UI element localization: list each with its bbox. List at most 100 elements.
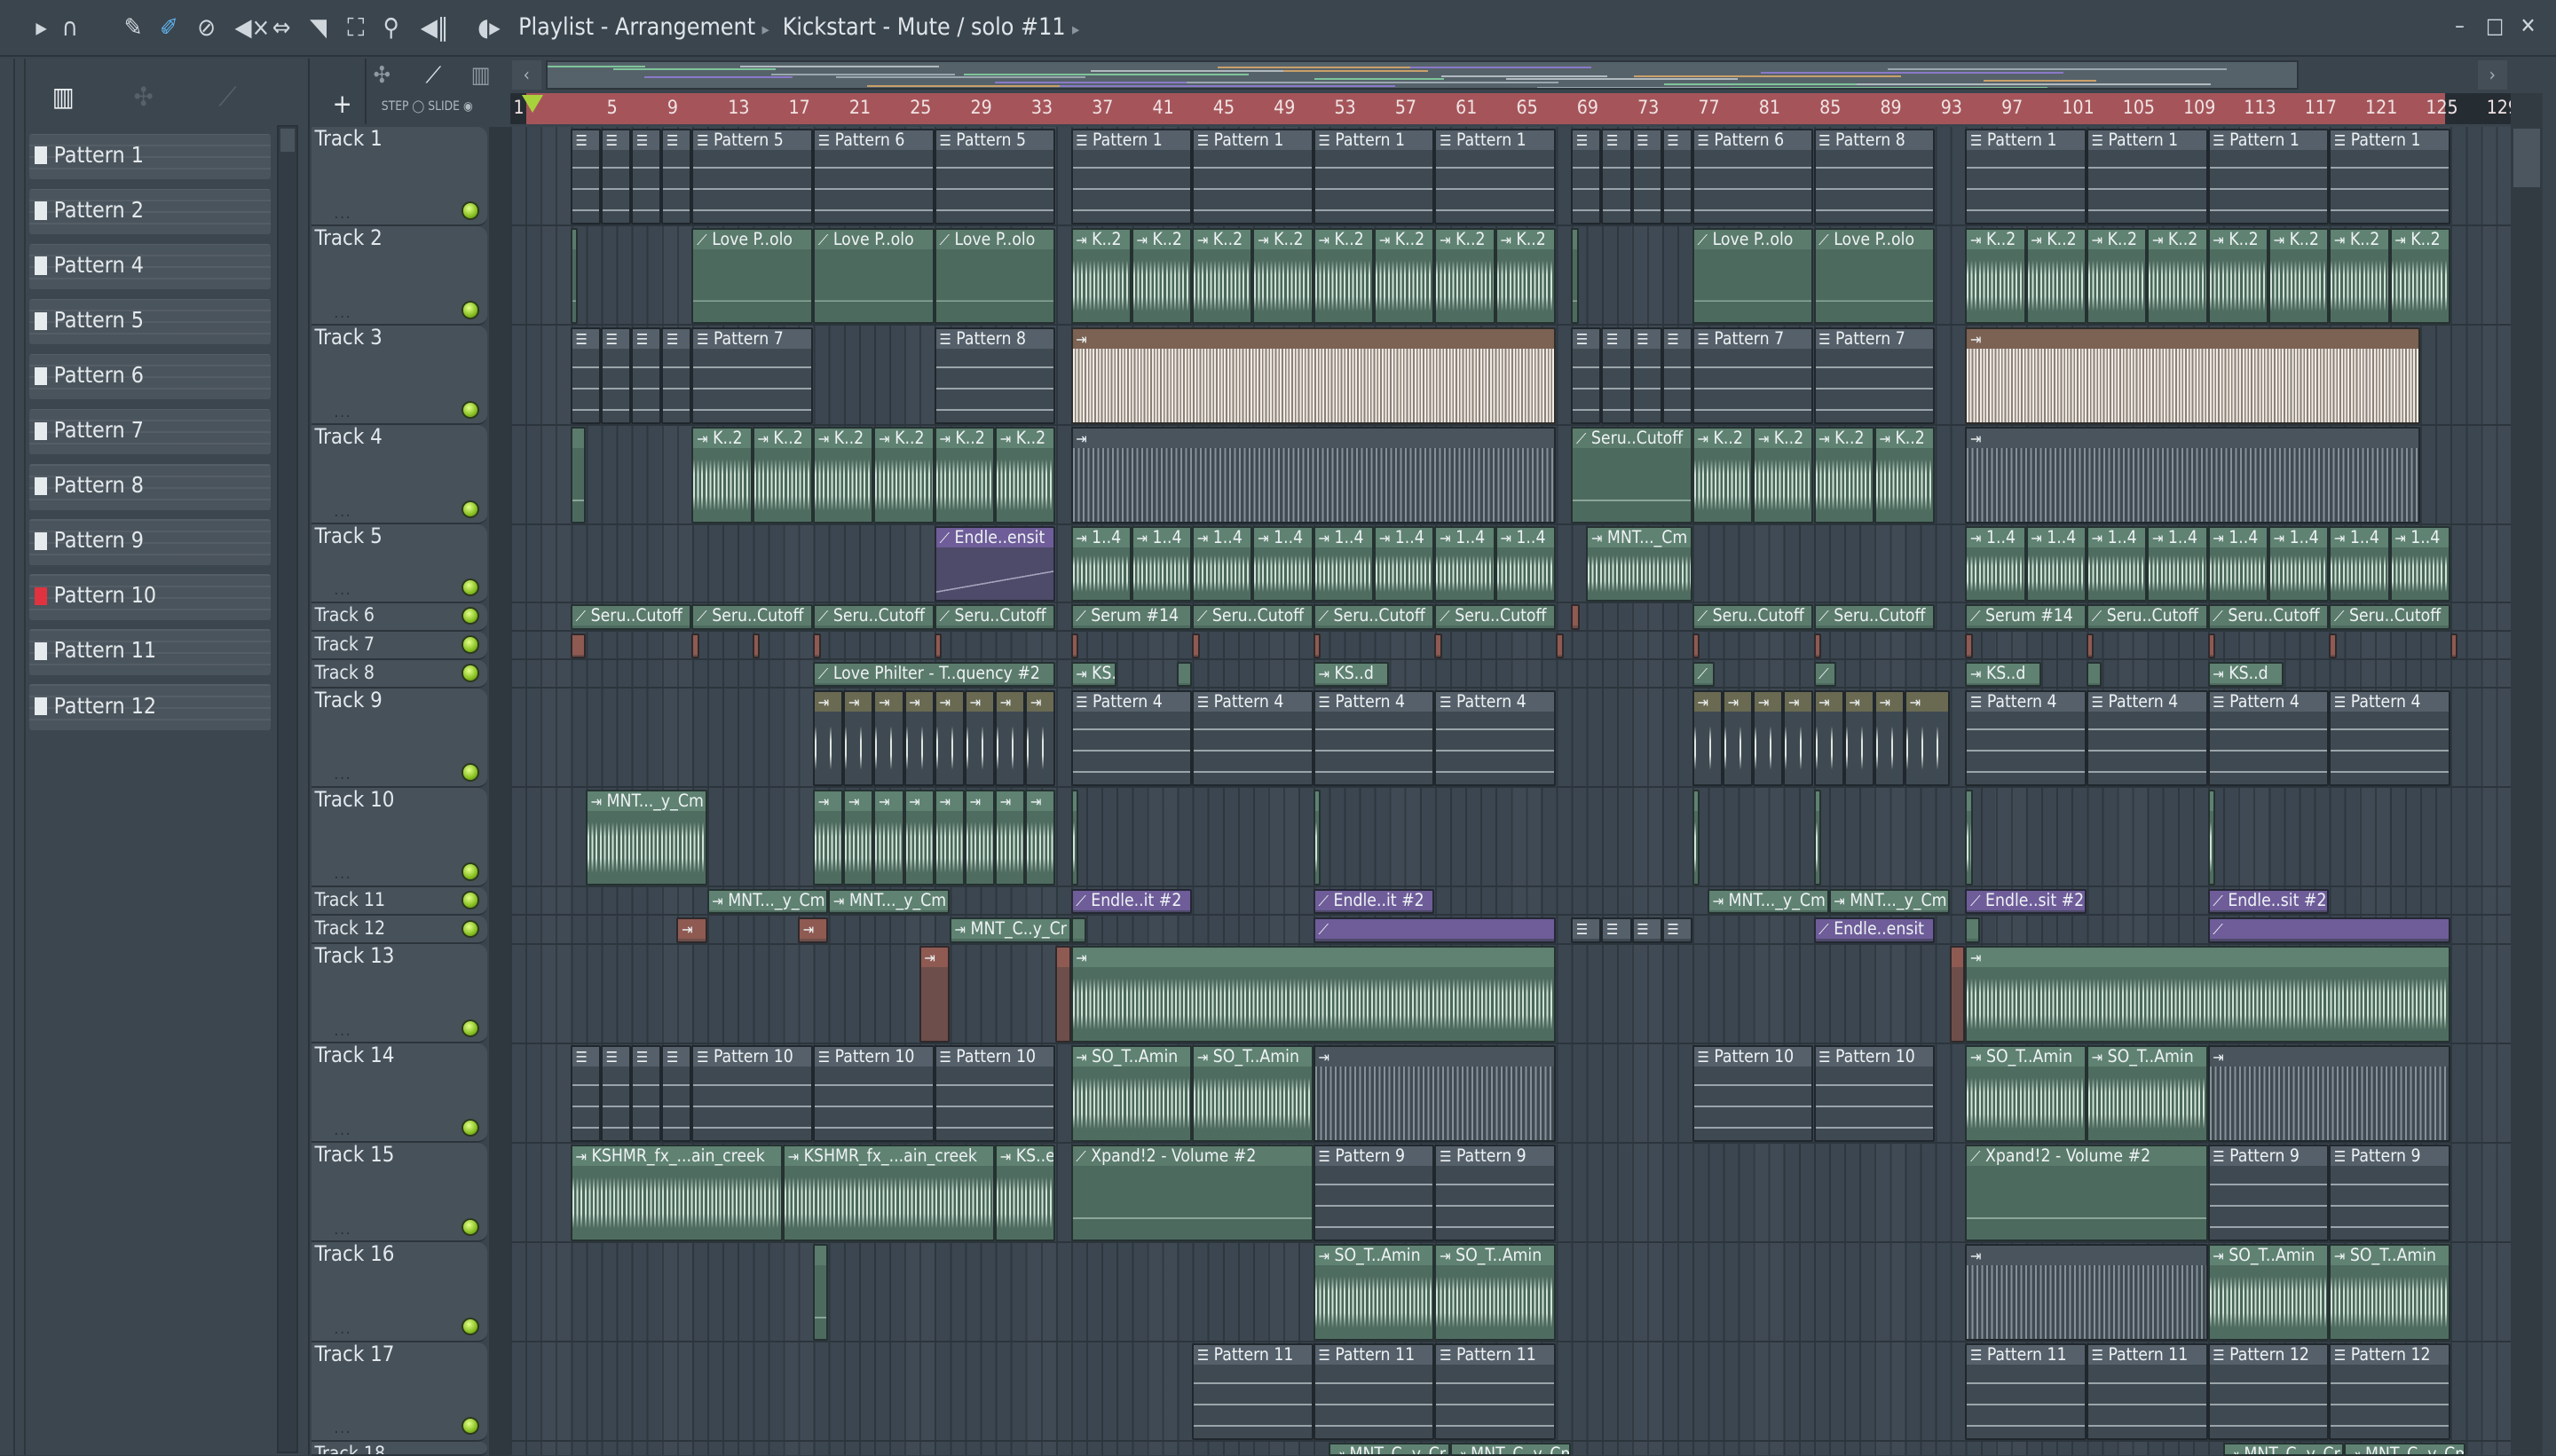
audio-clip[interactable]: ⇥ SO_T..Amin <box>1070 1045 1193 1142</box>
track-options-icon[interactable]: ... <box>335 1022 352 1039</box>
track-mute-led[interactable] <box>462 921 478 937</box>
track-mute-led[interactable] <box>462 501 478 517</box>
pattern-clip[interactable]: ☰ Pattern 1 <box>2207 129 2330 225</box>
track-mute-led[interactable] <box>462 665 478 681</box>
automation-clip[interactable]: ⟋ Seru..Cutoff <box>1692 604 1814 630</box>
pattern-clip[interactable]: ☰ Pattern 11 <box>1192 1343 1314 1440</box>
audio-clip[interactable] <box>1556 633 1564 658</box>
pattern-clip[interactable]: ☰ <box>1601 917 1632 943</box>
pattern-clip[interactable]: ☰ <box>1631 129 1662 225</box>
audio-clip[interactable]: ⇥ 1..4 <box>2207 526 2268 602</box>
audio-clip[interactable]: ⇥ <box>843 689 874 787</box>
audio-clip[interactable]: ⇥ <box>1070 946 1557 1043</box>
track-mute-led[interactable] <box>462 608 478 624</box>
magnet-icon[interactable]: ∩ <box>62 14 78 41</box>
pattern-item[interactable]: Pattern 5 <box>29 298 271 345</box>
pattern-clip[interactable]: ☰ <box>600 327 632 424</box>
automation-clip[interactable]: ⟋ Seru..Cutoff <box>1571 427 1692 523</box>
audio-clip[interactable]: ⇥ <box>1843 689 1874 787</box>
audio-clip[interactable]: ⇥ MNT..._y_Cm <box>828 888 950 915</box>
close-button[interactable]: ✕ <box>2520 13 2536 38</box>
automation-clip[interactable]: ⟋ Endle..it #2 <box>1070 888 1193 915</box>
audio-clip[interactable]: ⇥ <box>903 689 935 787</box>
pattern-clip[interactable]: ☰ Pattern 4 <box>1965 689 2087 787</box>
audio-clip[interactable] <box>1070 633 1079 658</box>
pattern-item[interactable]: Pattern 6 <box>29 353 271 400</box>
audio-clip[interactable] <box>1950 946 1966 1043</box>
pattern-clip[interactable]: ☰ <box>1601 327 1632 424</box>
mute-icon[interactable]: ◀× <box>234 14 270 41</box>
playhead-marker[interactable] <box>521 94 543 113</box>
delete-icon[interactable]: ⊘ <box>197 14 216 41</box>
pattern-clip[interactable]: ☰ Pattern 7 <box>1813 327 1936 424</box>
track-mute-led[interactable] <box>462 637 478 652</box>
track-mute-led[interactable] <box>462 579 478 595</box>
automation-clip[interactable] <box>570 228 579 325</box>
audio-clip[interactable]: ⇥ <box>1753 689 1784 787</box>
pattern-clip[interactable]: ☰ Pattern 4 <box>1192 689 1314 787</box>
automation-clip[interactable]: ⟋ Seru..Cutoff <box>2329 604 2450 630</box>
scrollbar-thumb[interactable] <box>2513 129 2540 188</box>
pattern-clip[interactable]: ☰ Pattern 7 <box>691 327 814 424</box>
audio-clip[interactable]: ⇥ K..2 <box>2389 228 2450 325</box>
audio-clip[interactable]: ⇥ <box>995 789 1026 886</box>
audio-clip[interactable] <box>570 633 586 658</box>
automation-clip[interactable] <box>1571 228 1579 325</box>
audio-clip[interactable] <box>2450 633 2458 658</box>
audio-clip[interactable]: ⇥ <box>1904 689 1951 787</box>
audio-clip[interactable]: ⇥ 1..4 <box>1131 526 1193 602</box>
automation-clip[interactable] <box>813 1244 829 1341</box>
audio-clip[interactable]: ⇥ <box>1070 427 1557 523</box>
slice-icon[interactable]: ◥ <box>310 14 327 41</box>
audio-clip[interactable]: ⇥ K..2 <box>2268 228 2330 325</box>
pattern-clip[interactable]: ☰ <box>1601 129 1632 225</box>
audio-clip[interactable] <box>813 633 821 658</box>
audio-clip[interactable]: ⇥ K..2 <box>2207 228 2268 325</box>
pattern-clip[interactable]: ☰ <box>1571 129 1602 225</box>
audio-clip[interactable]: ⇥ K..2 <box>813 427 874 523</box>
audio-clip[interactable] <box>1571 604 1581 630</box>
audio-clip[interactable]: ⇥ 1..4 <box>1434 526 1495 602</box>
pattern-clip[interactable]: ☰ Pattern 12 <box>2329 1343 2450 1440</box>
track-options-icon[interactable]: ... <box>335 1420 352 1436</box>
track-header[interactable]: Track 11 <box>311 887 488 917</box>
pattern-clip[interactable]: ☰ <box>1661 129 1692 225</box>
track-header[interactable]: Track 12 <box>311 916 488 945</box>
audio-clip[interactable]: ⇥ <box>1965 1244 2208 1341</box>
audio-clip[interactable]: ⇥ KS..d <box>1070 661 1116 688</box>
track-mute-led[interactable] <box>462 1120 478 1136</box>
pattern-clip[interactable]: ☰ <box>1571 917 1602 943</box>
audio-clip[interactable]: ⇥ <box>1070 327 1557 424</box>
pattern-clip[interactable]: ☰ Pattern 6 <box>1692 129 1814 225</box>
audio-clip[interactable]: ⇥ 1..4 <box>1070 526 1132 602</box>
audio-clip[interactable]: ⇥ <box>843 789 874 886</box>
pattern-clip[interactable]: ☰ <box>1661 327 1692 424</box>
audio-clip[interactable]: ⇥ <box>798 917 829 943</box>
automation-clip[interactable]: ⟋ Seru..Cutoff <box>2207 604 2330 630</box>
pattern-clip[interactable]: ☰ <box>631 327 662 424</box>
audio-clip[interactable]: ⇥ 1..4 <box>2329 526 2390 602</box>
audio-clip[interactable]: ⇥ K..2 <box>691 427 753 523</box>
audio-clip[interactable]: ⇥ <box>1692 689 1723 787</box>
audio-clip[interactable] <box>1965 633 1973 658</box>
vertical-scrollbar[interactable] <box>2510 92 2544 1456</box>
track-options-icon[interactable]: ... <box>335 205 352 222</box>
track-options-icon[interactable]: ... <box>335 304 352 321</box>
audio-clip[interactable]: ⇥ 1..4 <box>1965 526 2026 602</box>
automation-clip[interactable]: ⟋ Seru..Cutoff <box>570 604 692 630</box>
track-mute-led[interactable] <box>462 1418 478 1434</box>
pattern-item[interactable]: Pattern 4 <box>29 243 271 290</box>
audio-clip[interactable] <box>1692 633 1700 658</box>
audio-clip[interactable]: ⇥ 1..4 <box>2268 526 2330 602</box>
audio-clip[interactable]: ⇥ SO_T..Amin <box>1965 1045 2087 1142</box>
pattern-item[interactable]: Pattern 8 <box>29 464 271 510</box>
audio-clip[interactable] <box>1313 633 1321 658</box>
automation-clip[interactable]: ⟋ Love Philter - T..quency #2 <box>813 661 1056 688</box>
audio-clip[interactable]: ⇥ 1..4 <box>1252 526 1314 602</box>
automation-clip[interactable] <box>570 427 586 523</box>
pattern-clip[interactable]: ☰ Pattern 7 <box>1692 327 1814 424</box>
audio-clip[interactable]: ⇥ SO_T..Amin <box>2207 1244 2330 1341</box>
audio-clip[interactable] <box>1070 789 1079 886</box>
track-header[interactable]: Track 17... <box>311 1342 488 1442</box>
audio-clip[interactable]: ⇥ <box>1025 689 1056 787</box>
